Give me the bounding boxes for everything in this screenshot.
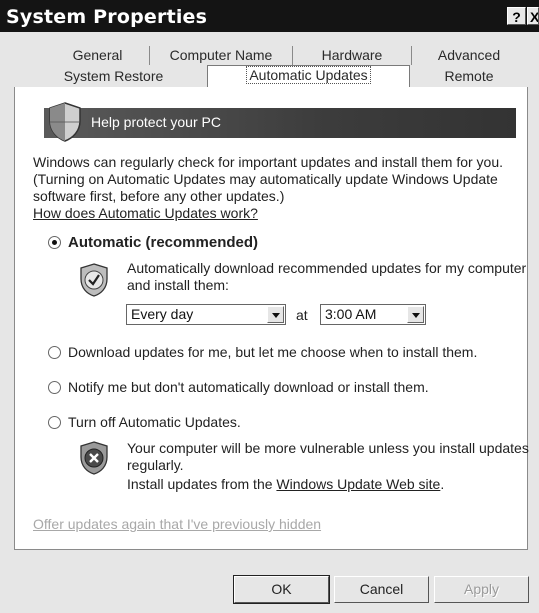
automatic-radio[interactable] xyxy=(48,236,61,249)
download-label[interactable]: Download updates for me, but let me choo… xyxy=(68,344,477,361)
chevron-down-icon[interactable] xyxy=(267,306,284,323)
frequency-value: Every day xyxy=(131,306,194,322)
title-bar[interactable]: System Properties ? X xyxy=(0,0,539,32)
intro-line-1: Windows can regularly check for importan… xyxy=(33,154,504,170)
turn-off-desc-2: regularly. xyxy=(127,457,184,473)
turn-off-radio[interactable] xyxy=(48,416,61,429)
tab-remote-label: Remote xyxy=(444,68,494,84)
apply-button: Apply xyxy=(434,576,529,603)
turn-off-desc-3: Install updates from the Windows Update … xyxy=(127,476,444,493)
intro-line-2: (Turning on Automatic Updates may automa… xyxy=(33,171,498,187)
cancel-button[interactable]: Cancel xyxy=(334,576,429,603)
tab-computer-name-label: Computer Name xyxy=(169,47,273,63)
tab-hardware-label: Hardware xyxy=(321,47,383,63)
turn-off-label[interactable]: Turn off Automatic Updates. xyxy=(68,414,241,431)
window-title: System Properties xyxy=(6,6,208,28)
offer-hidden-updates-link: Offer updates again that I've previously… xyxy=(33,516,322,532)
at-label: at xyxy=(296,307,308,323)
tab-automatic-updates-label: Automatic Updates xyxy=(246,66,371,84)
tab-computer-name[interactable]: Computer Name xyxy=(150,46,293,65)
notify-label[interactable]: Notify me but don't automatically downlo… xyxy=(68,379,429,396)
time-value: 3:00 AM xyxy=(325,306,377,322)
notify-radio[interactable] xyxy=(48,381,61,394)
tab-system-restore-label: System Restore xyxy=(63,68,164,84)
banner-text: Help protect your PC xyxy=(91,114,221,130)
tab-advanced-label: Advanced xyxy=(437,47,501,63)
tab-advanced[interactable]: Advanced xyxy=(412,46,526,65)
tab-general[interactable]: General xyxy=(46,46,150,65)
tab-system-restore[interactable]: System Restore xyxy=(20,67,208,86)
shield-x-icon xyxy=(80,441,108,475)
windows-update-link[interactable]: Windows Update Web site xyxy=(276,476,440,492)
how-it-works-link[interactable]: How does Automatic Updates work? xyxy=(33,205,258,222)
turn-off-desc-1: Your computer will be more vulnerable un… xyxy=(127,440,529,456)
shield-check-icon xyxy=(80,263,108,297)
tab-hardware[interactable]: Hardware xyxy=(293,46,412,65)
automatic-desc-2: and install them: xyxy=(127,277,229,293)
tab-general-label: General xyxy=(72,47,123,63)
intro-line-3: software first, before any other updates… xyxy=(33,188,285,204)
system-properties-window: System Properties ? X General Computer N… xyxy=(0,0,539,613)
automatic-label[interactable]: Automatic (recommended) xyxy=(68,234,258,251)
help-button[interactable]: ? xyxy=(507,7,526,25)
time-select[interactable]: 3:00 AM xyxy=(320,304,426,325)
tab-automatic-updates[interactable]: Automatic Updates xyxy=(207,65,410,88)
frequency-select[interactable]: Every day xyxy=(126,304,286,325)
automatic-desc-1: Automatically download recommended updat… xyxy=(127,260,527,276)
close-button[interactable]: X xyxy=(527,7,539,25)
ok-button[interactable]: OK xyxy=(233,575,330,604)
desc3-suffix: . xyxy=(440,476,445,492)
tab-remote[interactable]: Remote xyxy=(412,67,526,86)
desc3-prefix: Install updates from the xyxy=(127,476,273,492)
download-radio[interactable] xyxy=(48,346,61,359)
shield-icon xyxy=(49,102,81,142)
chevron-down-icon[interactable] xyxy=(407,306,424,323)
